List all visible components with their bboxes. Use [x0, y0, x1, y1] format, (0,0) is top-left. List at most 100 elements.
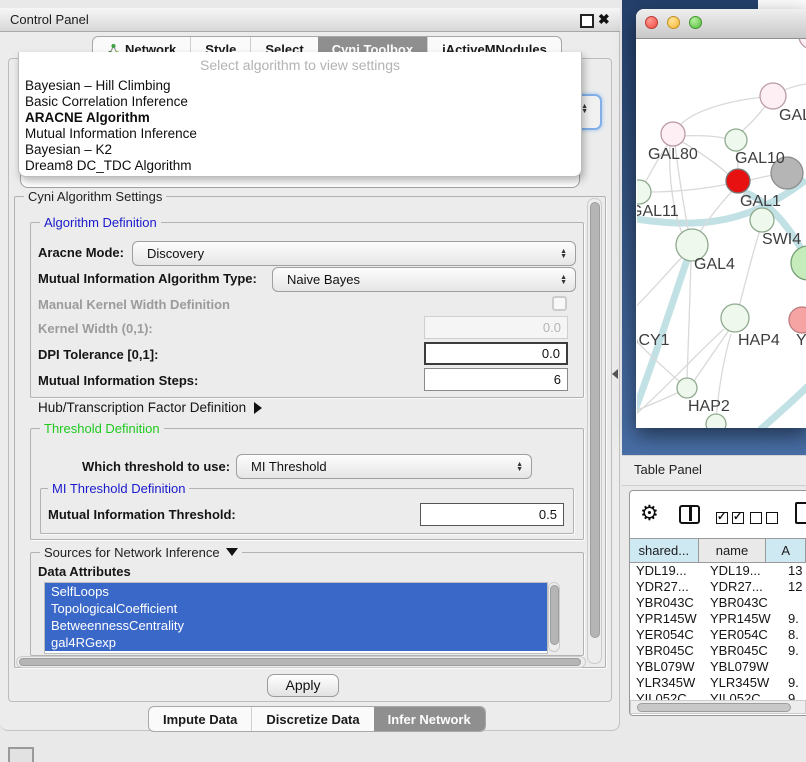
network-edge	[749, 175, 773, 180]
attribute-item-topologicalcoefficient[interactable]: TopologicalCoefficient	[45, 600, 547, 617]
algorithm-option-mutual-information-inference[interactable]: Mutual Information Inference	[23, 126, 577, 142]
network-node-hap2[interactable]	[677, 378, 697, 398]
algorithm-option-basic-correlation-inference[interactable]: Basic Correlation Inference	[23, 94, 577, 110]
mi-threshold-field[interactable]: 0.5	[420, 503, 564, 526]
deselect-all-icon[interactable]	[750, 512, 778, 524]
network-node-y[interactable]	[789, 307, 806, 333]
apply-button[interactable]: Apply	[267, 674, 339, 697]
kernel-width-label: Kernel Width (0,1):	[38, 321, 153, 336]
settings-vertical-scrollbar[interactable]	[587, 198, 602, 664]
aracne-mode-value: Discovery	[133, 246, 560, 261]
network-node-unlabeled[interactable]	[799, 39, 806, 49]
network-node-gal[interactable]	[760, 83, 786, 109]
data-attributes-label: Data Attributes	[38, 564, 131, 579]
column-header-name[interactable]: name	[699, 539, 767, 562]
network-node-gal10[interactable]	[725, 129, 747, 151]
tab-impute-data[interactable]: Impute Data	[149, 707, 251, 731]
attributes-scrollbar[interactable]	[548, 582, 560, 652]
panel-splitter-arrow[interactable]	[612, 369, 618, 379]
gear-icon[interactable]: ⚙	[640, 501, 659, 526]
algorithm-option-dream8-dc-tdc-algorithm[interactable]: Dream8 DC_TDC Algorithm	[23, 158, 577, 174]
network-window-titlebar[interactable]	[636, 9, 806, 39]
table-row[interactable]: YLR345WYLR345W9.	[630, 675, 806, 691]
hub-definition-label: Hub/Transcription Factor Definition	[38, 400, 246, 415]
network-edge	[681, 136, 727, 139]
attribute-item-selfloops[interactable]: SelfLoops	[45, 583, 547, 600]
kernel-width-field[interactable]: 0.0	[424, 316, 568, 339]
table-cell: 13	[788, 563, 806, 579]
which-threshold-label: Which threshold to use:	[82, 459, 230, 474]
network-node-hap4[interactable]	[721, 304, 749, 332]
export-table-icon[interactable]	[795, 502, 806, 524]
table-row[interactable]: YBR045CYBR045C9.	[630, 643, 806, 659]
float-panel-icon[interactable]	[580, 14, 594, 28]
algorithm-option-aracne-algorithm[interactable]: ARACNE Algorithm	[23, 110, 577, 126]
table-cell: YBR043C	[710, 595, 779, 611]
close-window-button[interactable]	[645, 16, 658, 29]
table-header: shared...nameA	[630, 538, 806, 563]
column-header-shared[interactable]: shared...	[630, 539, 699, 562]
tab-discretize-data[interactable]: Discretize Data	[251, 707, 373, 731]
tab-infer-network[interactable]: Infer Network	[374, 707, 485, 731]
network-edge	[679, 96, 773, 126]
network-node-gal80[interactable]	[661, 122, 685, 146]
table-cell: YBL079W	[636, 659, 706, 675]
table-cell: YER054C	[710, 627, 779, 643]
aracne-mode-combo[interactable]: Discovery ▲▼	[132, 241, 576, 266]
network-node-swi4[interactable]	[750, 208, 774, 232]
minimized-panel-icon[interactable]	[8, 747, 34, 762]
dpi-tolerance-field[interactable]: 0.0	[424, 342, 568, 365]
checked-box-icon	[732, 512, 744, 524]
zoom-window-button[interactable]	[689, 16, 702, 29]
mi-type-label: Mutual Information Algorithm Type:	[38, 271, 257, 286]
network-node-gal11[interactable]	[637, 180, 651, 204]
aracne-mode-label: Aracne Mode:	[38, 245, 124, 260]
network-node-unlabeled[interactable]	[791, 246, 806, 280]
table-cell: 9.	[788, 643, 806, 659]
table-panel-title: Table Panel	[634, 462, 702, 477]
table-row[interactable]: YDR27...YDR27...12	[630, 579, 806, 595]
table-row[interactable]: YIL052CYIL052C9.	[630, 691, 806, 700]
settings-horizontal-scrollbar[interactable]	[16, 656, 586, 668]
table-row[interactable]: YPR145WYPR145W9.	[630, 611, 806, 627]
table-row[interactable]: YBR043CYBR043C	[630, 595, 806, 611]
columns-icon[interactable]	[679, 505, 700, 524]
node-label-hap4: HAP4	[738, 332, 780, 349]
node-label-gal11: GAL11	[637, 203, 679, 220]
select-all-icon[interactable]	[716, 512, 744, 524]
network-edge	[694, 330, 729, 381]
network-edge	[739, 230, 760, 307]
table-cell: 8.	[788, 627, 806, 643]
which-threshold-combo[interactable]: MI Threshold ▲▼	[236, 454, 532, 479]
bottom-tabbar: Impute DataDiscretize DataInfer Network	[148, 706, 486, 732]
table-cell: YBR043C	[636, 595, 706, 611]
table-horizontal-scrollbar[interactable]	[630, 700, 806, 714]
hub-definition-toggle[interactable]: Hub/Transcription Factor Definition	[38, 400, 262, 415]
minimize-window-button[interactable]	[667, 16, 680, 29]
attribute-item-gal4rgexp[interactable]: gal4RGexp	[45, 634, 547, 651]
chevron-updown-icon: ▲▼	[560, 275, 567, 285]
column-header-a[interactable]: A	[766, 539, 806, 562]
table-cell: 12	[788, 579, 806, 595]
algorithm-option-bayesian-hill-climbing[interactable]: Bayesian – Hill Climbing	[23, 78, 577, 94]
chevron-updown-icon: ▲▼	[581, 104, 588, 114]
algorithm-option-bayesian-k2[interactable]: Bayesian – K2	[23, 142, 577, 158]
table-cell: 9.	[788, 691, 806, 700]
network-node-gal1[interactable]	[726, 169, 750, 193]
network-canvas[interactable]: GALGAL80GAL10GAL1GAL11GAL4SWI4GCY1HAP4YH…	[637, 39, 806, 428]
unchecked-box-icon	[750, 512, 762, 524]
network-node-unlabeled[interactable]	[706, 414, 726, 428]
node-label-gal: GAL	[779, 107, 806, 124]
algorithm-dropdown-popup: Select algorithm to view settings Bayesi…	[18, 52, 582, 177]
data-attributes-list: SelfLoopsTopologicalCoefficientBetweenne…	[44, 582, 548, 654]
attribute-item-betweennesscentrality[interactable]: BetweennessCentrality	[45, 617, 547, 634]
close-icon[interactable]: ✖	[598, 11, 610, 28]
table-row[interactable]: YER054CYER054C8.	[630, 627, 806, 643]
which-threshold-value: MI Threshold	[237, 459, 516, 474]
table-row[interactable]: YDL19...YDL19...13	[630, 563, 806, 579]
mi-steps-field[interactable]: 6	[424, 368, 568, 391]
table-row[interactable]: YBL079WYBL079W	[630, 659, 806, 675]
mi-type-combo[interactable]: Naive Bayes ▲▼	[272, 267, 576, 292]
sources-toggle[interactable]: Sources for Network Inference	[40, 545, 242, 560]
manual-kernel-checkbox[interactable]	[552, 296, 567, 311]
